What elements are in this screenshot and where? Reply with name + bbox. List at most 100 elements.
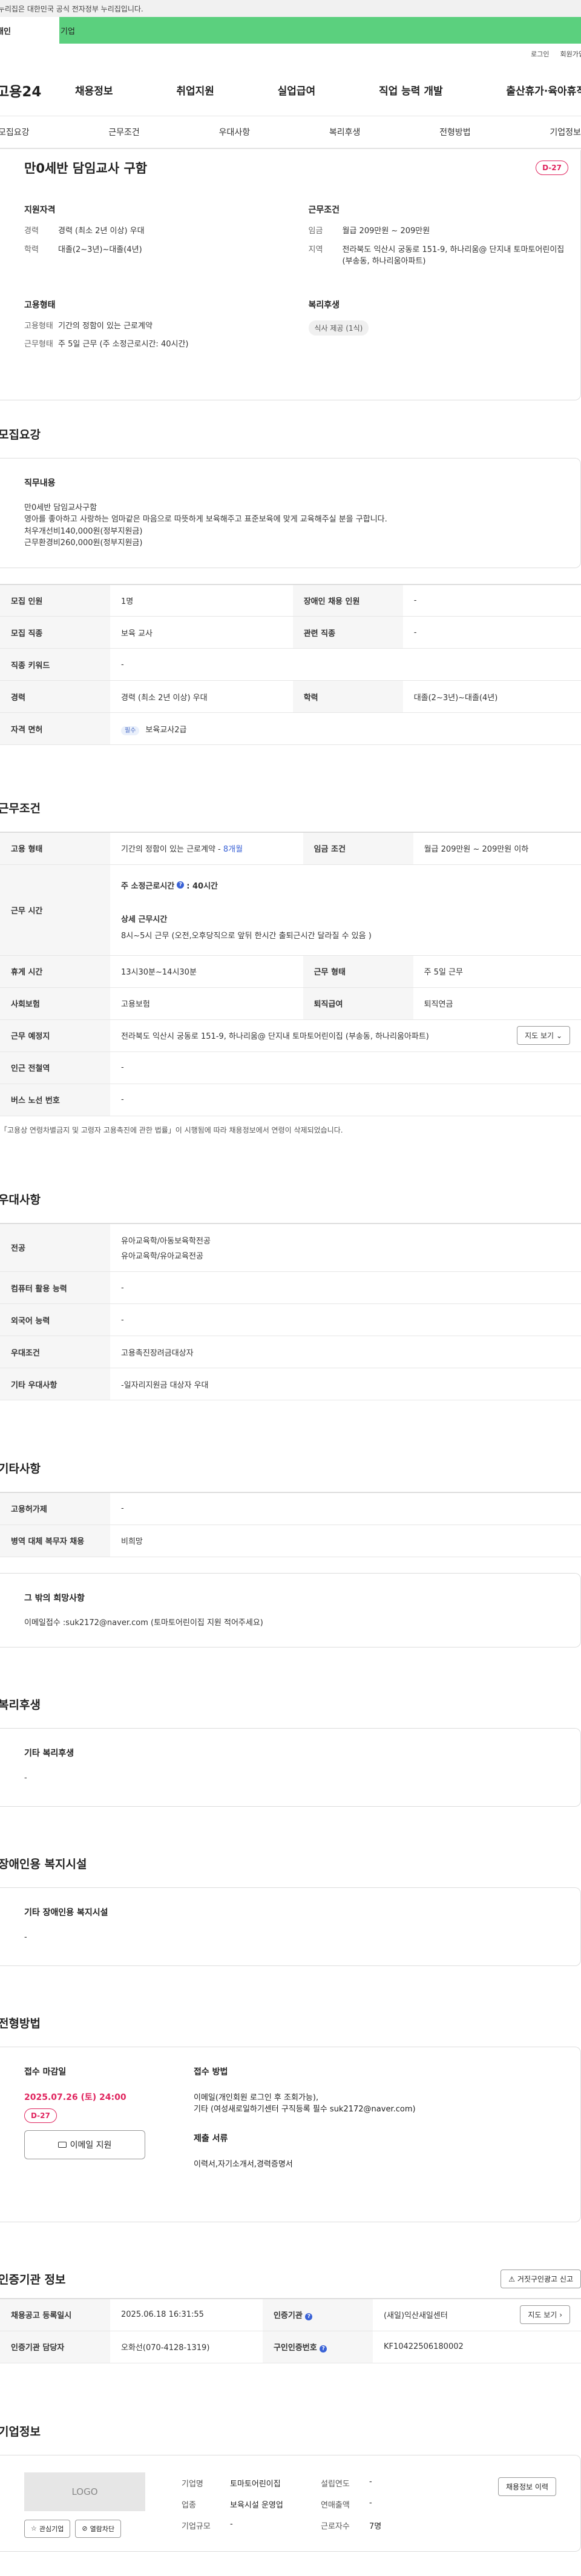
gnb-item-jobs[interactable]: 채용정보 (75, 82, 113, 98)
welfare-title: 복리후생 (0, 1698, 41, 1712)
disabled-value: - (402, 584, 581, 617)
hiring-history-button[interactable]: 채용정보 이력 (497, 2477, 556, 2496)
career-value: 경력 (최소 2년 이상) 우대 (58, 227, 145, 236)
station-value: - (110, 1051, 581, 1084)
gnb-item-employment-support[interactable]: 취업지원 (176, 82, 214, 98)
gnb-item-parental-leave[interactable]: 출산휴가·육아휴직 (506, 82, 581, 98)
job-value: 보육 교사 (110, 616, 293, 649)
place-value: 전라북도 익산시 궁동로 151-9, 하나리움@ 단지내 토마토어린이집 (부… (110, 1019, 581, 1052)
manager-label: 인증기관 담당자 (0, 2331, 110, 2363)
bus-label: 버스 노선 번호 (0, 1084, 110, 1116)
major-label: 전공 (0, 1223, 110, 1272)
method-box: 접수 마감일 2025.07.26 (토) 24:00 D-27 이메일 지원 … (0, 2047, 581, 2222)
employees-value: 7명 (369, 2521, 382, 2531)
block-view-button[interactable]: ⊘ 열람차단 (75, 2519, 122, 2538)
founded-label: 설립연도 (321, 2479, 350, 2489)
star-icon: ☆ (31, 2525, 37, 2532)
favorite-company-button[interactable]: ☆ 관심기업 (24, 2519, 71, 2538)
table-row: 모집 직종 보육 교사 관련 직종 - (0, 616, 581, 649)
permit-label: 고용허가제 (0, 1492, 110, 1525)
gnb-item-unemployment-benefit[interactable]: 실업급여 (278, 82, 316, 98)
facility-box-heading: 기타 장애인용 복지시설 (24, 1908, 108, 1918)
duty-heading: 직무내용 (24, 478, 56, 488)
place-label: 근무 예정지 (0, 1019, 110, 1052)
anchor-preference[interactable]: 우대사항 (219, 126, 251, 138)
dday-badge: D-27 (24, 2108, 57, 2123)
login-link[interactable]: 로그인 (531, 49, 549, 59)
deadline-date: 2025.07.26 (토) 24:00 (24, 2093, 126, 2102)
wage-label: 임금 (308, 227, 323, 236)
table-row: 외국어 능력 - (0, 1303, 581, 1336)
detail-hours-value: 8시~5시 근무 (오전,오후당직으로 앞뒤 한시간 출퇴근시간 달라질 수 있… (121, 931, 372, 941)
work-form-label: 근무형태 (24, 340, 53, 349)
military-label: 병역 대체 복무자 채용 (0, 1525, 110, 1557)
anchor-method[interactable]: 전형방법 (439, 126, 471, 138)
education-value: 대졸(2~3년)~대졸(4년) (58, 245, 142, 254)
report-fake-ad-button[interactable]: ⚠ 거짓구인광고 신고 (501, 2270, 581, 2288)
major-value: 유아교육학/아동보육학전공 유아교육학/유아교육전공 (110, 1223, 581, 1272)
mail-icon (57, 2142, 67, 2148)
apply-line: 기타 (여성새로일하기센터 구직등록 필수 suk2172@naver.com) (194, 2105, 416, 2114)
count-value: 1명 (110, 584, 293, 617)
others-section: 기타사항 고용허가제 - 병역 대체 복무자 채용 비희망 그 밖의 희망사항 … (0, 1460, 581, 1647)
job-title: 만0세반 담임교사 구함 (24, 161, 148, 176)
auth-map-button[interactable]: 지도 보기 › (520, 2305, 570, 2325)
license-value: 필수 보육교사2급 (110, 712, 581, 745)
employment-type-value: 기간의 정함이 있는 근로계약 (58, 321, 153, 331)
table-row: 고용 형태 기간의 정함이 있는 근로계약 - 8개월 임금 조건 월급 209… (0, 832, 581, 865)
table-row: 근무 예정지 전라북도 익산시 궁동로 151-9, 하나리움@ 단지내 토마토… (0, 1019, 581, 1052)
email-apply-label: 이메일 지원 (70, 2141, 112, 2150)
method-title: 전형방법 (0, 2017, 41, 2030)
table-row: 모집 인원 1명 장애인 채용 인원 - (0, 584, 581, 617)
duty-line: 만0세반 담임교사구함 (24, 503, 97, 512)
company-info-grid: 기업명 토마토어린이집 설립연도 - 업종 보육시설 운영업 연매출액 - 기업규모 - … (182, 2477, 442, 2531)
language-label: 외국어 능력 (0, 1303, 110, 1336)
auth-org-name: (새일)익산새일센터 (383, 2311, 448, 2321)
welfare-box: 기타 복리후생 - (0, 1728, 581, 1807)
method-section: 전형방법 접수 마감일 2025.07.26 (토) 24:00 D-27 이메… (0, 2015, 581, 2222)
help-icon[interactable]: ? (305, 2313, 313, 2321)
manager-value: 오화선(070-4128-1319) (110, 2331, 263, 2363)
deadline-heading: 접수 마감일 (24, 2067, 67, 2077)
employment-type-label: 고용형태 (24, 321, 53, 331)
conditions-table: 고용 형태 기간의 정함이 있는 근로계약 - 8개월 임금 조건 월급 209… (0, 832, 581, 1116)
wage-value: 월급 209만원 ~ 209만원 (342, 227, 430, 236)
auth-map-label: 지도 보기 (528, 2311, 557, 2320)
permit-value: - (110, 1492, 581, 1525)
block-label: 열람차단 (90, 2525, 115, 2533)
wage-value: 월급 209만원 ~ 209만원 이하 (413, 832, 581, 865)
anchor-welfare[interactable]: 복리후생 (329, 126, 361, 138)
hope-value: 이메일접수 :suk2172@naver.com (토마토어린이집 지원 적어주… (24, 1618, 263, 1627)
table-row: 버스 노선 번호 - (0, 1084, 581, 1116)
gov-banner: 이 누리집은 대한민국 공식 전자정부 누리집입니다. (0, 0, 581, 17)
reg-date-label: 채용공고 등록일시 (0, 2299, 110, 2331)
tab-personal[interactable]: 개인 (0, 17, 59, 44)
gnb-item-skills[interactable]: 직업 능력 개발 (379, 82, 443, 98)
break-value: 13시30분~14시30분 (110, 955, 303, 988)
anchor-company[interactable]: 기업정보 (550, 126, 581, 138)
others-table: 고용허가제 - 병역 대체 복무자 채용 비희망 (0, 1492, 581, 1557)
auth-org-text: 인증기관 (273, 2311, 303, 2321)
chevron-right-icon: › (559, 2311, 562, 2320)
info-icon[interactable]: ? (177, 881, 185, 889)
table-row: 경력 경력 (최소 2년 이상) 우대 학력 대졸(2~3년)~대졸(4년) (0, 680, 581, 713)
work-form-value: 주 5일 근무 (주 소정근로시간: 40시간) (58, 340, 189, 349)
station-label: 인근 전철역 (0, 1051, 110, 1084)
recruit-section: 모집요강 직무내용 만0세반 담임교사구함 영아를 좋아하고 사랑하는 엄마같은… (0, 426, 581, 745)
tab-company[interactable]: 기업 (59, 17, 581, 44)
anchor-recruit[interactable]: 모집요강 (0, 126, 30, 138)
anchor-conditions[interactable]: 근무조건 (108, 126, 140, 138)
help-icon[interactable]: ? (320, 2345, 327, 2353)
join-link[interactable]: 회원가입 (560, 49, 581, 59)
site-logo[interactable]: 고용24 (0, 80, 69, 101)
email-apply-button[interactable]: 이메일 지원 (24, 2130, 145, 2159)
map-button[interactable]: 지도 보기 ⌄ (517, 1026, 570, 1045)
size-label: 기업규모 (182, 2521, 211, 2531)
education-label: 학력 (292, 680, 403, 713)
education-value: 대졸(2~3년)~대졸(4년) (402, 680, 581, 713)
table-row: 휴게 시간 13시30분~14시30분 근무 형태 주 5일 근무 (0, 955, 581, 988)
duty-line: 근무환경비260,000원(정부지원금) (24, 538, 143, 548)
sales-label: 연매출액 (321, 2500, 350, 2510)
company-logo: LOGO (24, 2472, 145, 2511)
major-item: 유아교육학/유아교육전공 (121, 1251, 203, 1261)
